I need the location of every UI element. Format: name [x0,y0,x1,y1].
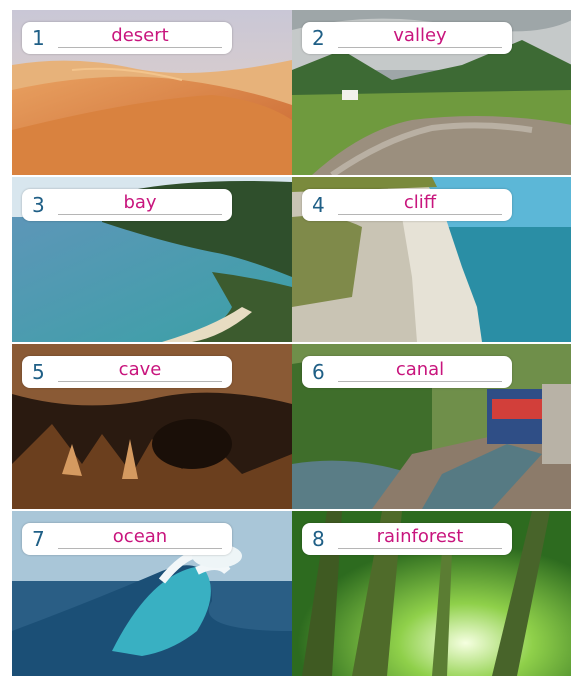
answer-word: rainforest [376,526,464,547]
photo-tile-valley: 2 valley [292,10,571,175]
answer-label: 5 cave [22,356,232,388]
answer-line [338,381,502,382]
answer-word: cave [118,359,162,380]
answer-label: 6 canal [302,356,512,388]
photo-tile-cave: 5 cave [12,344,292,509]
answer-label: 7 ocean [22,523,232,555]
answer-word: canal [395,359,445,380]
answer-word: cliff [403,192,437,213]
answer-label: 4 cliff [302,189,512,221]
answer-label: 2 valley [302,22,512,54]
photo-grid: 1 desert 2 valley 3 bay 4 cliff 5 cave 6… [12,10,571,676]
answer-word: desert [111,25,169,46]
answer-word: bay [123,192,157,213]
photo-tile-desert: 1 desert [12,10,292,175]
photo-tile-canal: 6 canal [292,344,571,509]
photo-tile-ocean: 7 ocean [12,511,292,676]
item-number: 8 [312,527,325,551]
photo-tile-bay: 3 bay [12,177,292,342]
answer-line [338,47,502,48]
item-number: 2 [312,26,325,50]
item-number: 5 [32,360,45,384]
answer-line [58,47,222,48]
answer-line [58,214,222,215]
item-number: 6 [312,360,325,384]
photo-tile-rainforest: 8 rainforest [292,511,571,676]
item-number: 4 [312,193,325,217]
answer-word: valley [393,25,447,46]
answer-label: 8 rainforest [302,523,512,555]
answer-line [58,381,222,382]
item-number: 1 [32,26,45,50]
answer-line [338,214,502,215]
answer-line [58,548,222,549]
answer-word: ocean [112,526,168,547]
answer-line [338,548,502,549]
answer-label: 3 bay [22,189,232,221]
photo-tile-cliff: 4 cliff [292,177,571,342]
item-number: 7 [32,527,45,551]
answer-label: 1 desert [22,22,232,54]
item-number: 3 [32,193,45,217]
